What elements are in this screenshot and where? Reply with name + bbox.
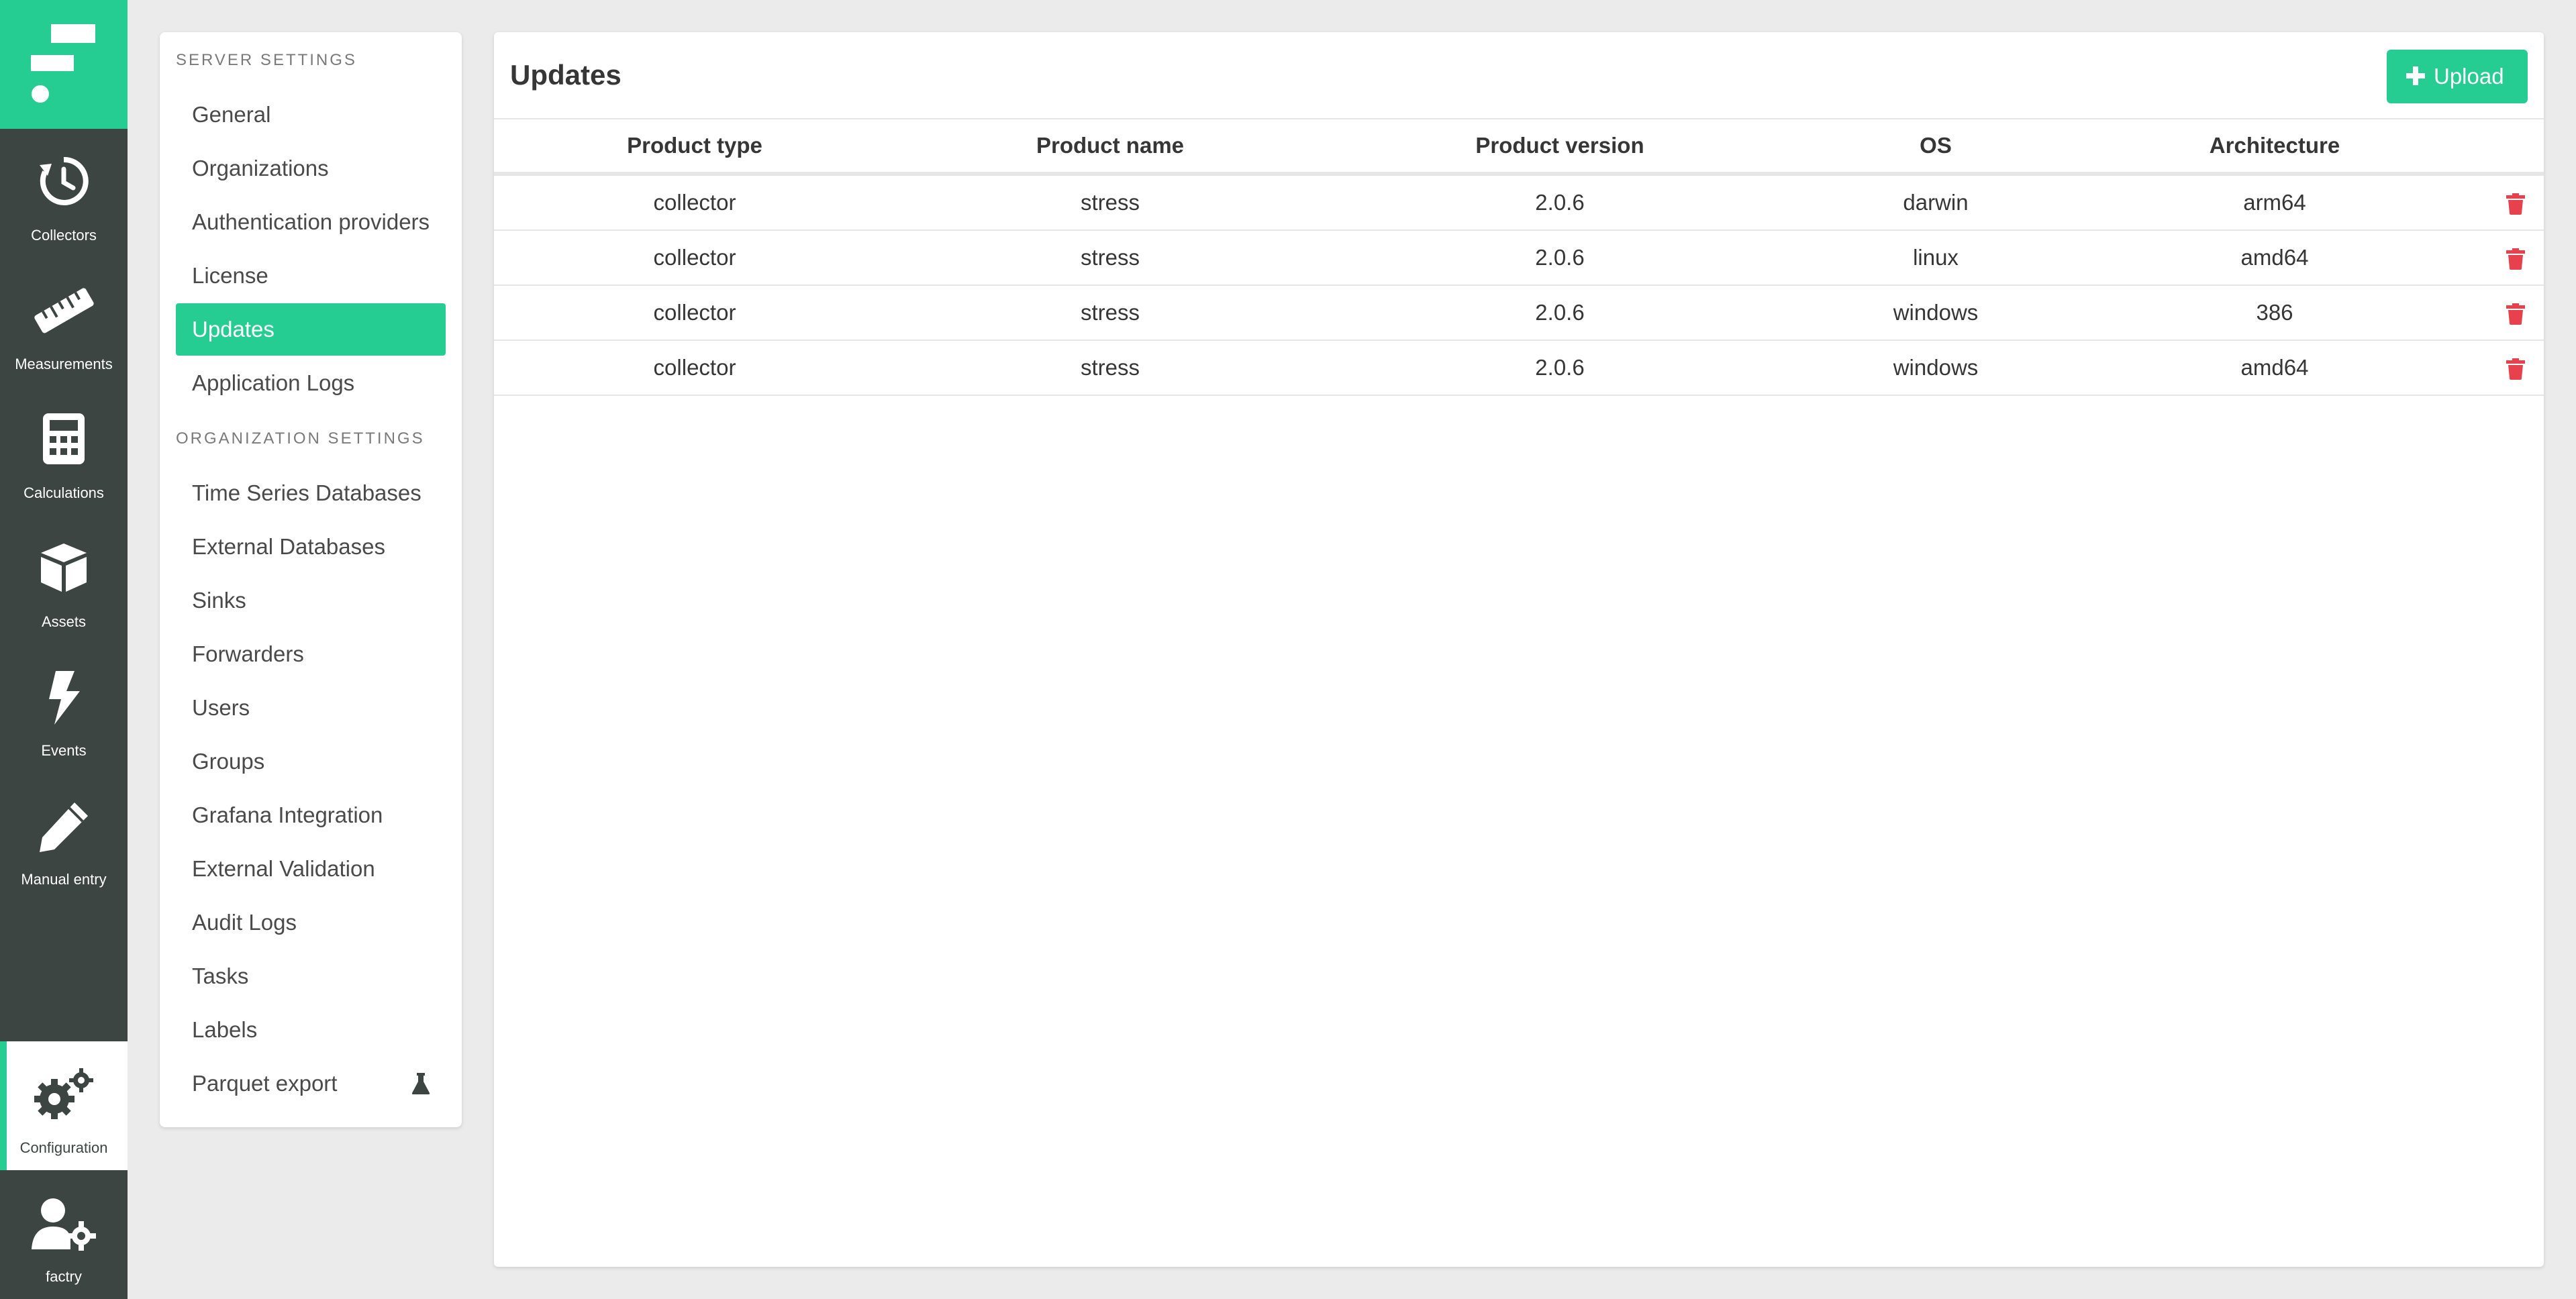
nav-calculations-label: Calculations — [23, 484, 104, 501]
column-header-actions — [2473, 119, 2544, 176]
history-icon — [40, 156, 89, 205]
trash-icon[interactable] — [2506, 193, 2525, 215]
cell-architecture: amd64 — [2077, 340, 2473, 396]
menu-item-labels[interactable]: Labels — [176, 1004, 446, 1056]
menu-item-groups[interactable]: Groups — [176, 735, 446, 788]
column-header-product-type[interactable]: Product type — [494, 119, 895, 176]
menu-item-general[interactable]: General — [176, 89, 446, 141]
server-settings-heading: SERVER SETTINGS — [176, 51, 357, 69]
nav-assets[interactable]: Assets — [0, 515, 128, 644]
trash-icon[interactable] — [2506, 303, 2525, 325]
cell-actions — [2473, 230, 2544, 286]
cube-icon — [41, 543, 87, 592]
main-nav-rail: Collectors Measurements Calculations Ass… — [0, 0, 128, 1299]
nav-user[interactable]: factry — [0, 1170, 128, 1299]
nav-collectors-label: Collectors — [31, 227, 97, 244]
cell-product-type: collector — [494, 230, 895, 286]
menu-item-organizations[interactable]: Organizations — [176, 142, 446, 195]
organization-settings-heading: ORGANIZATION SETTINGS — [176, 429, 425, 448]
cell-architecture: arm64 — [2077, 174, 2473, 231]
nav-user-label: factry — [46, 1268, 82, 1285]
nav-events-label: Events — [41, 742, 87, 759]
cell-product-type: collector — [494, 285, 895, 341]
cell-product-version: 2.0.6 — [1325, 230, 1795, 286]
cell-product-type: collector — [494, 174, 895, 231]
settings-menu: SERVER SETTINGS General Organizations Au… — [160, 32, 462, 1127]
nav-collectors[interactable]: Collectors — [0, 129, 128, 258]
upload-button-label: Upload — [2434, 64, 2504, 89]
menu-item-grafana-integration[interactable]: Grafana Integration — [176, 789, 446, 841]
cell-product-version: 2.0.6 — [1325, 174, 1795, 231]
cell-product-name: stress — [895, 285, 1325, 341]
updates-table: Product type Product name Product versio… — [494, 119, 2544, 396]
menu-item-updates[interactable]: Updates — [176, 303, 446, 356]
table-header-row: Product type Product name Product versio… — [494, 119, 2544, 176]
table-row: collector stress 2.0.6 windows 386 — [494, 285, 2544, 341]
cell-product-version: 2.0.6 — [1325, 285, 1795, 341]
cell-os: linux — [1795, 230, 2077, 286]
cell-actions — [2473, 285, 2544, 341]
nav-events[interactable]: Events — [0, 644, 128, 773]
nav-manual-entry[interactable]: Manual entry — [0, 773, 128, 902]
nav-calculations[interactable]: Calculations — [0, 386, 128, 515]
menu-item-sinks[interactable]: Sinks — [176, 574, 446, 627]
menu-item-forwarders[interactable]: Forwarders — [176, 628, 446, 680]
cell-os: windows — [1795, 285, 2077, 341]
plus-icon — [2406, 66, 2425, 85]
flask-icon — [411, 1073, 430, 1094]
calculator-icon — [43, 413, 85, 464]
pen-icon — [40, 802, 88, 852]
panel-header: Updates Upload — [494, 32, 2544, 119]
user-gear-icon — [32, 1198, 96, 1251]
menu-item-application-logs[interactable]: Application Logs — [176, 357, 446, 409]
menu-item-parquet-export[interactable]: Parquet export — [176, 1057, 446, 1110]
cell-os: windows — [1795, 340, 2077, 396]
nav-measurements[interactable]: Measurements — [0, 258, 128, 386]
nav-configuration[interactable]: Configuration — [0, 1041, 128, 1170]
cell-product-name: stress — [895, 230, 1325, 286]
ruler-icon — [34, 288, 94, 333]
table-row: collector stress 2.0.6 windows amd64 — [494, 340, 2544, 396]
nav-manual-entry-label: Manual entry — [21, 871, 107, 888]
cell-architecture: amd64 — [2077, 230, 2473, 286]
cell-actions — [2473, 340, 2544, 396]
table-row: collector stress 2.0.6 linux amd64 — [494, 230, 2544, 286]
trash-icon[interactable] — [2506, 248, 2525, 270]
nav-assets-label: Assets — [41, 613, 87, 630]
column-header-os[interactable]: OS — [1795, 119, 2077, 176]
cell-os: darwin — [1795, 174, 2077, 231]
column-header-product-name[interactable]: Product name — [895, 119, 1325, 176]
menu-item-time-series-databases[interactable]: Time Series Databases — [176, 467, 446, 519]
column-header-product-version[interactable]: Product version — [1325, 119, 1795, 176]
upload-button[interactable]: Upload — [2387, 50, 2528, 103]
menu-item-tasks[interactable]: Tasks — [176, 950, 446, 1002]
menu-item-external-databases[interactable]: External Databases — [176, 521, 446, 573]
cell-product-type: collector — [494, 340, 895, 396]
menu-item-authentication-providers[interactable]: Authentication providers — [176, 196, 446, 248]
updates-panel: Updates Upload Product type Product name… — [494, 32, 2544, 1267]
cell-product-name: stress — [895, 174, 1325, 231]
app-logo[interactable] — [0, 0, 128, 129]
nav-configuration-label: Configuration — [19, 1139, 108, 1156]
logo-icon — [31, 24, 95, 103]
cell-product-name: stress — [895, 340, 1325, 396]
column-header-architecture[interactable]: Architecture — [2077, 119, 2473, 176]
cell-product-version: 2.0.6 — [1325, 340, 1795, 396]
page-title: Updates — [510, 59, 622, 91]
menu-item-audit-logs[interactable]: Audit Logs — [176, 896, 446, 949]
menu-item-parquet-export-label: Parquet export — [192, 1071, 338, 1096]
cell-architecture: 386 — [2077, 285, 2473, 341]
trash-icon[interactable] — [2506, 358, 2525, 380]
gears-icon — [34, 1068, 93, 1119]
menu-item-external-validation[interactable]: External Validation — [176, 843, 446, 895]
nav-measurements-label: Measurements — [15, 356, 113, 372]
menu-item-users[interactable]: Users — [176, 682, 446, 734]
bolt-icon — [49, 671, 80, 725]
menu-item-license[interactable]: License — [176, 250, 446, 302]
cell-actions — [2473, 174, 2544, 231]
table-row: collector stress 2.0.6 darwin arm64 — [494, 174, 2544, 231]
